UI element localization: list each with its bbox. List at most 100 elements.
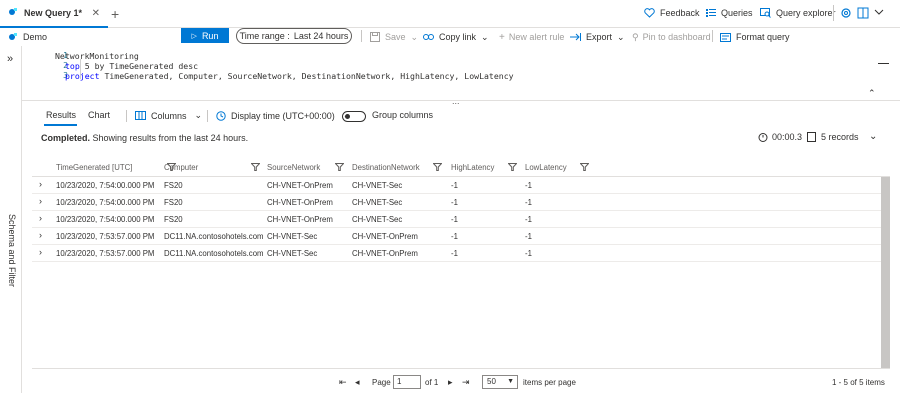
chevron-right-icon[interactable]: › <box>39 213 42 223</box>
query-explorer-button[interactable]: Query explorer <box>760 8 836 18</box>
time-range-value: Last 24 hours <box>293 31 349 41</box>
feedback-label: Feedback <box>660 8 700 18</box>
run-label: Run <box>201 30 219 41</box>
column-header-highlatency[interactable]: HighLatency <box>451 163 494 172</box>
first-page-button[interactable]: ⇤ <box>339 377 347 388</box>
column-header-sourcenetwork[interactable]: SourceNetwork <box>267 163 320 172</box>
cell-computer: FS20 <box>164 181 183 190</box>
cell-computer: FS20 <box>164 198 183 207</box>
new-alert-rule-button[interactable]: + New alert rule <box>499 28 564 46</box>
cell-highlatency: -1 <box>451 215 458 224</box>
copy-link-label: Copy link <box>439 32 477 42</box>
schema-filter-label[interactable]: Schema and Filter <box>7 214 17 287</box>
chevron-down-icon: ⌄ <box>481 31 489 42</box>
last-page-button[interactable]: ⇥ <box>462 377 470 388</box>
feedback-button[interactable]: Feedback <box>644 8 700 18</box>
query-status: Completed. Showing results from the last… <box>41 133 249 143</box>
query-editor[interactable]: 1 2 3 NetworkMonitoring top 5 by TimeGen… <box>22 46 900 98</box>
cell-highlatency: -1 <box>451 181 458 190</box>
previous-page-button[interactable]: ◂ <box>355 377 360 388</box>
toggle-knob <box>345 114 350 119</box>
tab-new-query-1[interactable]: New Query 1* ✕ <box>0 0 108 28</box>
collapse-editor-button[interactable]: ⌃ <box>868 88 876 99</box>
page-size-select[interactable]: 50 ▼ <box>482 375 518 389</box>
clock-icon <box>216 110 226 121</box>
column-header-lowlatency[interactable]: LowLatency <box>525 163 567 172</box>
queries-icon <box>706 9 716 17</box>
column-header-computer[interactable]: Computer <box>164 163 198 172</box>
queries-label: Queries <box>721 8 753 18</box>
table-row[interactable]: › 10/23/2020, 7:53:57.000 PM DC11.NA.con… <box>32 245 882 262</box>
cell-computer: DC11.NA.contosohotels.com <box>164 232 264 241</box>
page-number-input[interactable]: 1 <box>393 375 421 389</box>
tab-chart[interactable]: Chart <box>88 110 110 120</box>
cell-timegenerated: 10/23/2020, 7:53:57.000 PM <box>56 249 155 258</box>
cell-lowlatency: -1 <box>525 181 532 190</box>
cell-destinationnetwork: CH-VNET-Sec <box>352 215 403 224</box>
filter-icon[interactable] <box>250 163 261 173</box>
copy-link-button[interactable]: Copy link ⌄ <box>423 28 489 46</box>
format-query-button[interactable]: Format query <box>720 28 790 46</box>
cell-sourcenetwork: CH-VNET-OnPrem <box>267 198 333 207</box>
column-header-timegenerated[interactable]: TimeGenerated [UTC] <box>56 163 132 172</box>
book-icon[interactable] <box>857 7 869 21</box>
chevron-down-icon: ⌄ <box>410 31 419 42</box>
query-explorer-label: Query explorer <box>776 8 836 18</box>
export-button[interactable]: Export ⌄ <box>570 28 625 46</box>
cell-lowlatency: -1 <box>525 215 532 224</box>
query-tab-icon <box>8 7 18 19</box>
cell-sourcenetwork: CH-VNET-OnPrem <box>267 215 333 224</box>
save-button[interactable]: Save ⌄ <box>370 28 418 46</box>
display-time-button[interactable]: Display time (UTC+00:00) ⌄ <box>216 110 350 121</box>
page-label: Page <box>372 378 391 387</box>
table-row[interactable]: › 10/23/2020, 7:54:00.000 PM FS20 CH-VNE… <box>32 194 882 211</box>
close-icon[interactable]: ✕ <box>92 8 100 19</box>
save-icon <box>370 32 380 42</box>
columns-button[interactable]: Columns ⌄ <box>135 110 202 121</box>
chevron-down-icon: ⌄ <box>194 110 203 120</box>
editor-results-splitter[interactable] <box>22 100 900 101</box>
divider <box>712 30 713 42</box>
chevron-right-icon[interactable]: › <box>39 196 42 206</box>
cell-highlatency: -1 <box>451 198 458 207</box>
filter-icon[interactable] <box>507 163 518 173</box>
tab-label: New Query 1* <box>24 8 83 18</box>
chevron-right-icon[interactable]: › <box>39 247 42 257</box>
plus-icon: + <box>499 31 505 43</box>
filter-icon[interactable] <box>334 163 345 173</box>
chevron-down-icon[interactable] <box>874 7 884 19</box>
cell-timegenerated: 10/23/2020, 7:54:00.000 PM <box>56 198 155 207</box>
group-columns-toggle[interactable] <box>342 111 366 122</box>
cell-sourcenetwork: CH-VNET-OnPrem <box>267 181 333 190</box>
save-label: Save <box>385 32 406 42</box>
cell-timegenerated: 10/23/2020, 7:54:00.000 PM <box>56 181 155 190</box>
queries-button[interactable]: Queries <box>706 8 753 18</box>
tab-strip: New Query 1* ✕ + Feedback Queries Query … <box>0 0 900 28</box>
pin-to-dashboard-button[interactable]: ⚲ Pin to dashboard <box>632 28 711 46</box>
divider <box>833 5 834 21</box>
column-header-destinationnetwork[interactable]: DestinationNetwork <box>352 163 420 172</box>
expand-all-chevron-icon[interactable]: ⌄ <box>869 131 877 142</box>
time-range-picker[interactable]: Time range : Last 24 hours <box>236 28 352 44</box>
document-icon <box>807 132 816 142</box>
scope-selector[interactable]: Demo <box>8 28 47 46</box>
cell-timegenerated: 10/23/2020, 7:53:57.000 PM <box>56 232 155 241</box>
code-line: project TimeGenerated, Computer, SourceN… <box>65 71 514 81</box>
filter-icon[interactable] <box>432 163 443 173</box>
new-tab-button[interactable]: + <box>111 6 119 22</box>
items-per-page-label: items per page <box>523 378 576 387</box>
table-row[interactable]: › 10/23/2020, 7:53:57.000 PM DC11.NA.con… <box>32 228 882 245</box>
next-page-button[interactable]: ▸ <box>448 377 453 388</box>
run-button[interactable]: ▷ Run <box>181 28 229 43</box>
table-row[interactable]: › 10/23/2020, 7:54:00.000 PM FS20 CH-VNE… <box>32 211 882 228</box>
table-row[interactable]: › 10/23/2020, 7:54:00.000 PM FS20 CH-VNE… <box>32 177 882 194</box>
expand-rail-button[interactable]: » <box>7 53 13 65</box>
chevron-right-icon[interactable]: › <box>39 179 42 189</box>
tab-results[interactable]: Results <box>46 110 76 120</box>
filter-icon[interactable] <box>579 163 590 173</box>
chevron-right-icon[interactable]: › <box>39 230 42 240</box>
settings-gear-icon[interactable] <box>840 7 852 21</box>
heart-icon <box>644 8 655 18</box>
grid-scrollbar[interactable] <box>881 177 890 368</box>
resize-handle[interactable]: ... <box>452 96 460 106</box>
